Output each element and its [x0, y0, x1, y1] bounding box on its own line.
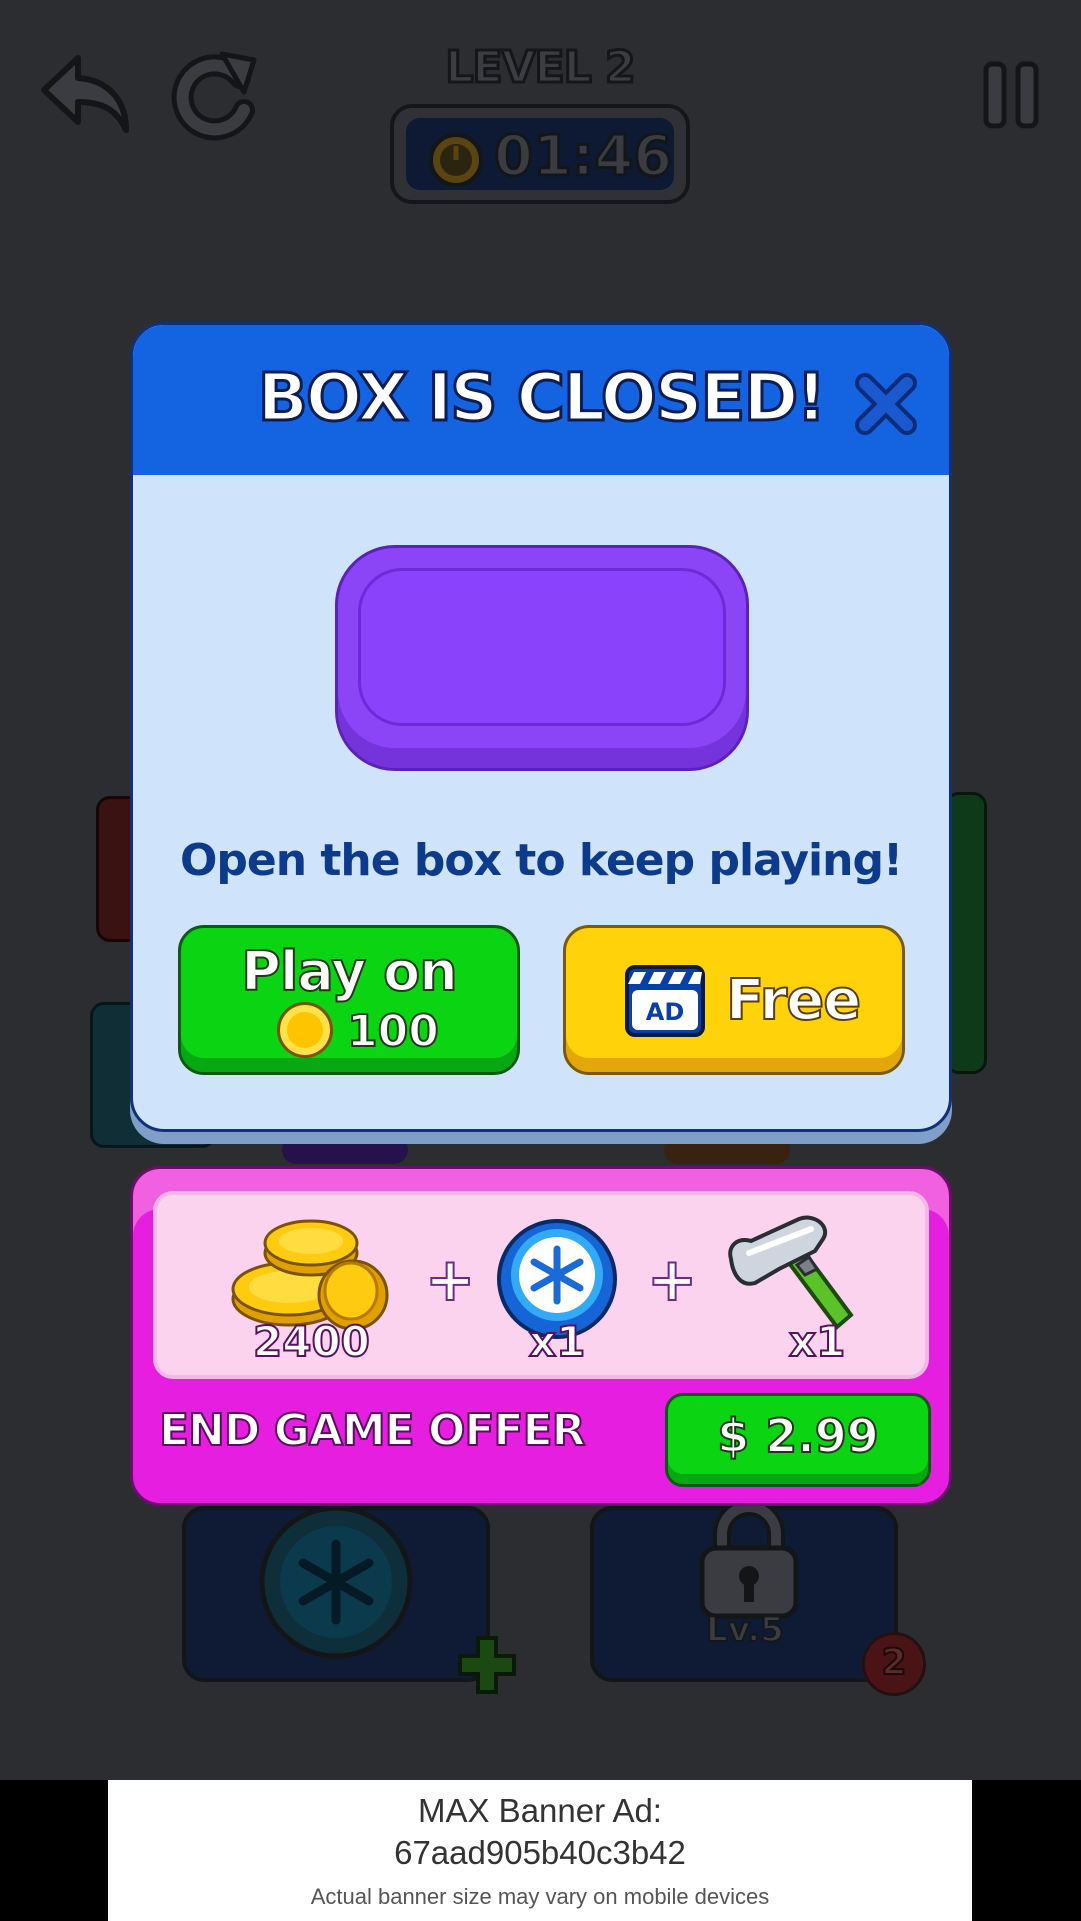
- closed-box-image: [335, 545, 749, 771]
- undo-icon[interactable]: [38, 50, 138, 140]
- dialog-message: Open the box to keep playing!: [179, 835, 903, 886]
- close-icon: [855, 373, 917, 435]
- coin-icon: [277, 1002, 333, 1058]
- play-on-label: Play on: [240, 939, 458, 1004]
- background-tray: [664, 1136, 790, 1164]
- timer-panel: 01:46: [390, 104, 690, 204]
- offer-title: END GAME OFFER: [158, 1404, 587, 1457]
- play-on-button[interactable]: Play on 100: [178, 925, 520, 1075]
- restart-icon[interactable]: [170, 48, 260, 144]
- notification-badge: 2: [862, 1632, 926, 1696]
- stopwatch-icon: [426, 128, 486, 188]
- locked-slot-level: Lv.5: [705, 1609, 785, 1651]
- offer-price-button[interactable]: $ 2.99: [665, 1393, 931, 1487]
- free-label: Free: [725, 967, 862, 1034]
- play-on-cost: 100: [346, 1005, 440, 1058]
- snowflake-icon: [258, 1504, 414, 1660]
- booster-slot-freeze[interactable]: [182, 1504, 490, 1682]
- free-ad-button[interactable]: AD Free: [563, 925, 905, 1075]
- close-button[interactable]: [851, 369, 921, 439]
- reward-qty-coins: 2400: [252, 1316, 371, 1367]
- plus-icon: +: [646, 1244, 698, 1316]
- video-ad-icon: AD: [624, 964, 706, 1038]
- add-booster-icon[interactable]: [456, 1634, 518, 1696]
- booster-slot-locked[interactable]: [590, 1498, 898, 1682]
- ad-icon-text: AD: [646, 998, 685, 1026]
- banner-ad-id: 67aad905b40c3b42: [394, 1834, 686, 1871]
- coins-stack-icon: [229, 1213, 399, 1333]
- lock-icon: [694, 1498, 804, 1620]
- timer-value: 01:46: [492, 123, 673, 191]
- box-closed-dialog: BOX IS CLOSED! Open the box to keep play…: [130, 322, 952, 1132]
- banner-ad[interactable]: MAX Banner Ad: 67aad905b40c3b42 Actual b…: [108, 1780, 972, 1921]
- banner-ad-note: Actual banner size may vary on mobile de…: [310, 1884, 770, 1909]
- reward-qty-freeze: x1: [528, 1316, 586, 1367]
- offer-rewards: 2400 + x1 + x1: [153, 1191, 929, 1379]
- banner-ad-title: MAX Banner Ad:: [418, 1792, 662, 1829]
- end-game-offer-panel: 2400 + x1 + x1 END GAME OFFER $ 2.99: [130, 1166, 952, 1506]
- pause-icon[interactable]: [982, 60, 1042, 130]
- background-tray: [282, 1136, 408, 1164]
- reward-qty-hammer: x1: [788, 1316, 846, 1367]
- dialog-title: BOX IS CLOSED!: [256, 358, 828, 438]
- plus-icon: +: [424, 1244, 476, 1316]
- level-title: LEVEL 2: [444, 41, 637, 95]
